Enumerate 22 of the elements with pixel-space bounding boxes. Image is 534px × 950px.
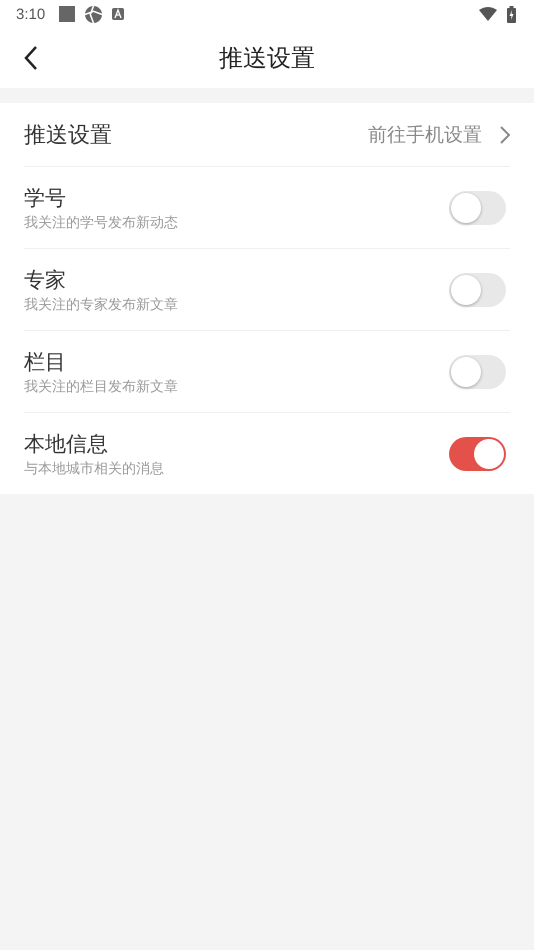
toggle-switch[interactable] <box>449 272 506 306</box>
status-time: 3:10 <box>16 6 46 22</box>
letter-icon <box>112 8 124 20</box>
aperture-icon <box>85 6 102 22</box>
setting-title: 栏目 <box>24 348 67 376</box>
square-icon <box>59 6 76 22</box>
phone-settings-link[interactable]: 前往手机设置 <box>368 122 510 148</box>
setting-title: 本地信息 <box>24 430 109 458</box>
wifi-icon <box>479 7 497 21</box>
setting-description: 我关注的栏目发布新文章 <box>24 378 179 396</box>
setting-description: 我关注的专家发布新文章 <box>24 296 179 314</box>
chevron-icon <box>500 126 510 144</box>
page-title: 推送设置 <box>219 43 315 74</box>
toggle-switch[interactable] <box>449 354 506 388</box>
toggle-switch[interactable] <box>449 436 506 470</box>
setting-description: 我关注的学号发布新动态 <box>24 214 179 232</box>
setting-title: 学号 <box>24 184 67 212</box>
setting-description: 与本地城市相关的消息 <box>24 460 165 478</box>
toggle-switch[interactable] <box>449 190 506 224</box>
setting-title: 专家 <box>24 266 67 294</box>
setting-label: 推送设置 <box>24 122 113 150</box>
battery-icon <box>507 6 516 22</box>
